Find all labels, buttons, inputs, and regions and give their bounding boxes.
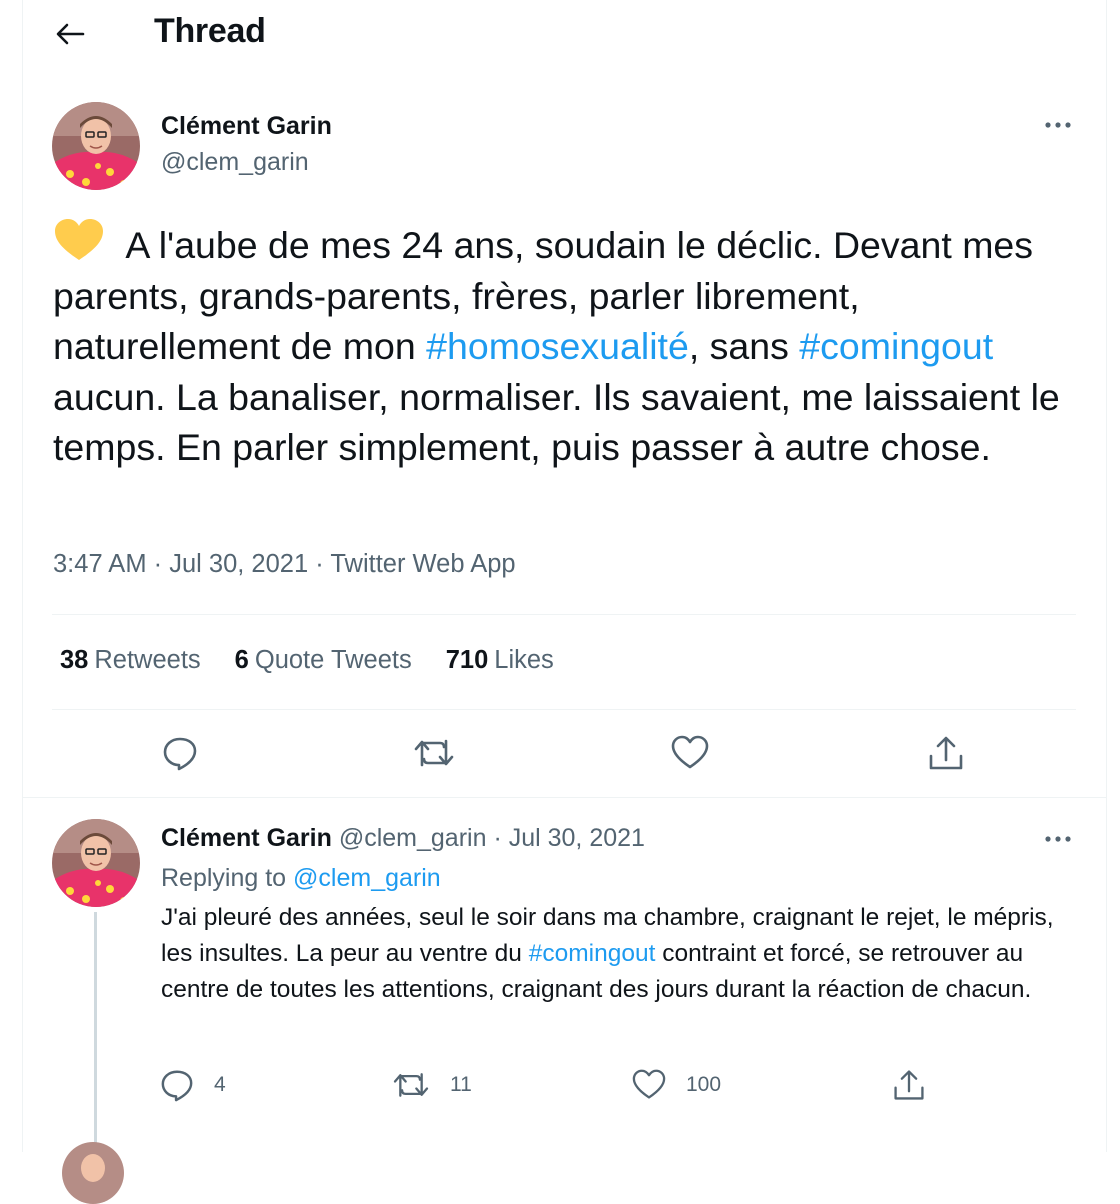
- quote-tweets-stat[interactable]: 6 Quote Tweets: [235, 646, 412, 675]
- reply-avatar[interactable]: [52, 819, 140, 907]
- share-icon: [929, 736, 963, 770]
- back-arrow-icon: [56, 23, 85, 45]
- reply-header: Clément Garin @clem_garin · Jul 30, 2021: [161, 824, 645, 853]
- likes-count: 710: [445, 646, 489, 674]
- tweet-stats: 38 Retweets 6 Quote Tweets 710 Likes: [60, 646, 554, 675]
- quote-tweets-count: 6: [234, 646, 249, 674]
- retweet-button[interactable]: [412, 731, 456, 775]
- next-tweet-avatar[interactable]: [62, 1142, 124, 1204]
- likes-stat[interactable]: 710 Likes: [446, 646, 554, 675]
- reply-share-button[interactable]: [892, 1067, 926, 1103]
- like-button[interactable]: [668, 731, 712, 775]
- tweet-text-part: , sans: [688, 325, 800, 367]
- more-options-button[interactable]: [1038, 110, 1078, 140]
- reply-like-button[interactable]: 100: [632, 1067, 721, 1103]
- separator-dot: ·: [493, 824, 502, 852]
- replying-mention-link[interactable]: @clem_garin: [293, 864, 441, 892]
- heart-icon: [671, 735, 709, 769]
- reply-reply-button[interactable]: 4: [160, 1067, 226, 1103]
- reply-icon: [163, 737, 197, 771]
- reply-button[interactable]: [158, 731, 202, 775]
- page-title: Thread: [154, 12, 266, 50]
- reply-text: J'ai pleuré des années, seul le soir dan…: [161, 900, 1081, 1008]
- likes-label: Likes: [494, 646, 554, 674]
- heart-icon: [632, 1069, 666, 1099]
- yellow-heart-icon: [53, 218, 105, 260]
- quote-tweets-label: Quote Tweets: [254, 646, 412, 674]
- retweet-icon: [393, 1073, 429, 1097]
- tweet-text: A l'aube de mes 24 ans, soudain le décli…: [53, 218, 1083, 473]
- back-button[interactable]: [50, 14, 90, 54]
- reply-count: 4: [214, 1073, 226, 1096]
- divider: [52, 614, 1076, 615]
- avatar[interactable]: [52, 102, 140, 190]
- more-icon: [1045, 836, 1071, 842]
- reply-date[interactable]: Jul 30, 2021: [509, 824, 645, 852]
- thread-connector-line: [94, 912, 97, 1144]
- retweets-label: Retweets: [94, 646, 201, 674]
- retweets-stat[interactable]: 38 Retweets: [60, 646, 201, 675]
- share-button[interactable]: [924, 731, 968, 775]
- reply-author-name[interactable]: Clément Garin: [161, 824, 332, 852]
- retweets-count: 38: [60, 646, 89, 674]
- more-icon: [1045, 122, 1071, 128]
- replying-to: Replying to @clem_garin: [161, 864, 441, 893]
- retweet-count: 11: [450, 1073, 472, 1096]
- reply-more-options-button[interactable]: [1038, 824, 1078, 854]
- replying-label: Replying to: [161, 864, 287, 892]
- section-divider: [22, 797, 1106, 798]
- hashtag-link[interactable]: #comingout: [799, 325, 993, 367]
- author-handle[interactable]: @clem_garin: [161, 148, 309, 177]
- author-name[interactable]: Clément Garin: [161, 112, 332, 141]
- share-icon: [894, 1070, 924, 1100]
- reply-author-handle[interactable]: @clem_garin: [339, 824, 487, 852]
- avatar-image: [52, 819, 140, 907]
- retweet-icon: [414, 739, 454, 767]
- reply-retweet-button[interactable]: 11: [392, 1067, 472, 1103]
- avatar-image: [52, 102, 140, 190]
- reply-icon: [161, 1070, 193, 1102]
- like-count: 100: [686, 1073, 722, 1096]
- tweet-timestamp[interactable]: 3:47 AM · Jul 30, 2021 · Twitter Web App: [53, 550, 516, 579]
- tweet-text-part: aucun. La banaliser, normaliser. Ils sav…: [53, 375, 1060, 469]
- avatar-image: [62, 1142, 124, 1204]
- divider: [52, 709, 1076, 710]
- hashtag-link[interactable]: #homosexualité: [426, 325, 689, 367]
- hashtag-link[interactable]: #comingout: [529, 940, 656, 967]
